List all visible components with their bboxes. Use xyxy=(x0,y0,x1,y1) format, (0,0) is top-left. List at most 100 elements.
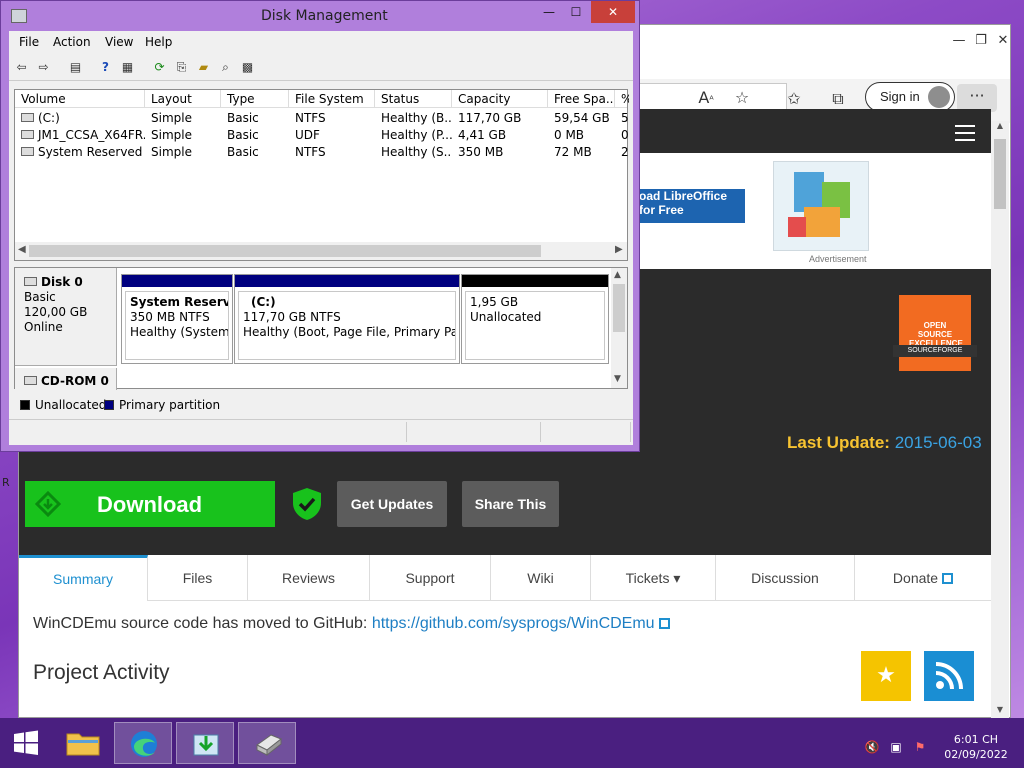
volume-capacity: 350 MB xyxy=(458,145,504,159)
browser-scrollbar[interactable]: ▲ ▼ xyxy=(991,121,1009,719)
scroll-down-icon[interactable]: ▼ xyxy=(991,705,1009,719)
scroll-thumb[interactable] xyxy=(29,245,541,257)
volume-capacity: 4,41 GB xyxy=(458,128,507,142)
disk-management-taskbar-button[interactable] xyxy=(238,722,296,764)
system-clock[interactable]: 6:01 CH 02/09/2022 xyxy=(944,732,1008,762)
menu-help[interactable]: Help xyxy=(145,35,172,49)
menu-file[interactable]: File xyxy=(19,35,39,49)
col-percent[interactable]: % xyxy=(615,90,629,108)
hamburger-menu-icon[interactable] xyxy=(955,125,975,141)
github-link[interactable]: https://github.com/sysprogs/WinCDEmu xyxy=(372,615,655,632)
scroll-thumb[interactable] xyxy=(994,139,1006,209)
table-row[interactable]: (C:) Simple Basic NTFS Healthy (B... 117… xyxy=(15,110,629,127)
tab-support[interactable]: Support xyxy=(370,555,491,601)
star-button[interactable]: ★ xyxy=(861,651,911,701)
add-favorite-icon[interactable]: ☆ xyxy=(731,87,753,109)
tab-discussion[interactable]: Discussion xyxy=(716,555,855,601)
advertisement[interactable]: oad LibreOffice for Free Advertisement xyxy=(637,153,991,269)
help-icon[interactable]: ? xyxy=(97,59,114,76)
volume-list-header: Volume Layout Type File System Status Ca… xyxy=(15,90,629,108)
legend-primary: Primary partition xyxy=(119,398,221,412)
rss-button[interactable] xyxy=(924,651,974,701)
table-row[interactable]: JM1_CCSA_X64FR... Simple Basic UDF Healt… xyxy=(15,127,629,144)
rescan-icon[interactable]: ⎘ xyxy=(173,59,190,76)
back-arrow-icon[interactable]: ⇦ xyxy=(13,59,30,76)
col-volume[interactable]: Volume xyxy=(15,90,145,108)
disk-management-icon xyxy=(11,9,27,23)
col-layout[interactable]: Layout xyxy=(145,90,221,108)
sign-in-button[interactable]: Sign in xyxy=(865,82,955,112)
open-folder-icon[interactable]: ▰ xyxy=(195,59,212,76)
scroll-up-icon[interactable]: ▲ xyxy=(991,121,1009,135)
show-hide-tree-icon[interactable]: ▤ xyxy=(67,59,84,76)
cdrom-0-label[interactable]: CD-ROM 0 xyxy=(15,368,117,390)
last-update-label: Last Update: xyxy=(787,433,890,452)
tab-donate[interactable]: Donate xyxy=(855,555,991,601)
col-status[interactable]: Status xyxy=(375,90,452,108)
horizontal-scrollbar[interactable]: ◀ ▶ xyxy=(15,242,627,260)
col-capacity[interactable]: Capacity xyxy=(452,90,548,108)
status-pane xyxy=(407,422,541,442)
disk-0-label[interactable]: Disk 0 Basic 120,00 GB Online xyxy=(15,268,117,366)
col-file-system[interactable]: File System xyxy=(289,90,375,108)
ad-label: Advertisement xyxy=(809,254,867,264)
partition-title: (C:) xyxy=(251,295,276,309)
col-type[interactable]: Type xyxy=(221,90,289,108)
download-button[interactable]: Download xyxy=(25,481,275,527)
refresh-icon[interactable]: ⟳ xyxy=(151,59,168,76)
tab-tickets[interactable]: Tickets ▾ xyxy=(591,555,716,601)
favorites-icon[interactable]: ✩ xyxy=(783,88,805,110)
col-free-space[interactable]: Free Spa... xyxy=(548,90,615,108)
minimize-button[interactable]: — xyxy=(537,1,561,23)
table-row[interactable]: System Reserved Simple Basic NTFS Health… xyxy=(15,144,629,161)
partition-status: Healthy (System, A xyxy=(130,325,229,339)
download-app-button[interactable] xyxy=(176,722,234,764)
volume-fs: NTFS xyxy=(295,145,326,159)
badge-ribbon: SOURCEFORGE xyxy=(893,345,977,357)
scroll-thumb[interactable] xyxy=(613,284,625,332)
tab-summary[interactable]: Summary xyxy=(19,555,148,601)
disk-graphical-view: Disk 0 Basic 120,00 GB Online System Res… xyxy=(14,267,628,390)
legend: Unallocated Primary partition xyxy=(14,395,628,415)
close-icon[interactable]: ✕ xyxy=(989,31,1017,51)
tab-files[interactable]: Files xyxy=(148,555,248,601)
tab-reviews[interactable]: Reviews xyxy=(248,555,370,601)
partition-system-reserved[interactable]: System Reserved 350 MB NTFS Healthy (Sys… xyxy=(121,274,233,364)
partition-unallocated[interactable]: 1,95 GB Unallocated xyxy=(461,274,609,364)
disk-view-scrollbar[interactable]: ▲ ▼ xyxy=(611,268,627,388)
maximize-button[interactable]: ☐ xyxy=(563,1,589,23)
read-aloud-icon[interactable]: Aᴬ xyxy=(695,87,717,109)
scroll-left-icon[interactable]: ◀ xyxy=(18,244,26,255)
edge-button[interactable] xyxy=(114,722,172,764)
ad-banner-text: oad LibreOffice for Free xyxy=(637,189,745,223)
clock-time: 6:01 CH xyxy=(953,733,999,746)
start-button[interactable] xyxy=(2,722,50,764)
more-options-button[interactable]: ··· xyxy=(957,84,997,112)
forward-arrow-icon[interactable]: ⇨ xyxy=(35,59,52,76)
volume-name: (C:) xyxy=(38,111,60,125)
legend-unallocated: Unallocated xyxy=(35,398,107,412)
disk-management-client: File Action View Help ⇦ ⇨ ▤ ? ▦ ⟳ ⎘ ▰ ⌕ … xyxy=(9,31,633,445)
scroll-right-icon[interactable]: ▶ xyxy=(615,244,623,255)
partition-c[interactable]: (C:) 117,70 GB NTFS Healthy (Boot, Page … xyxy=(234,274,460,364)
settings-icon[interactable]: ▩ xyxy=(239,59,256,76)
shield-check-icon xyxy=(293,488,321,520)
collections-icon[interactable]: ⧉ xyxy=(827,88,849,110)
volume-muted-icon[interactable]: 🔇 xyxy=(864,740,880,756)
disk-management-window: Disk Management — ☐ ✕ File Action View H… xyxy=(0,0,640,452)
menu-view[interactable]: View xyxy=(105,35,133,49)
volume-percent: 0 xyxy=(621,128,629,142)
network-icon[interactable]: ▣ xyxy=(888,740,904,756)
close-button[interactable]: ✕ xyxy=(591,1,635,23)
search-icon[interactable]: ⌕ xyxy=(217,59,234,76)
disk-name: Disk 0 xyxy=(41,275,83,289)
get-updates-button[interactable]: Get Updates xyxy=(337,481,447,527)
menu-action[interactable]: Action xyxy=(53,35,91,49)
properties-icon[interactable]: ▦ xyxy=(119,59,136,76)
tab-wiki[interactable]: Wiki xyxy=(491,555,591,601)
scroll-down-icon[interactable]: ▼ xyxy=(614,374,621,384)
action-center-icon[interactable]: ⚑ xyxy=(912,740,928,756)
share-this-button[interactable]: Share This xyxy=(462,481,559,527)
scroll-up-icon[interactable]: ▲ xyxy=(614,270,621,280)
file-explorer-button[interactable] xyxy=(54,722,112,764)
